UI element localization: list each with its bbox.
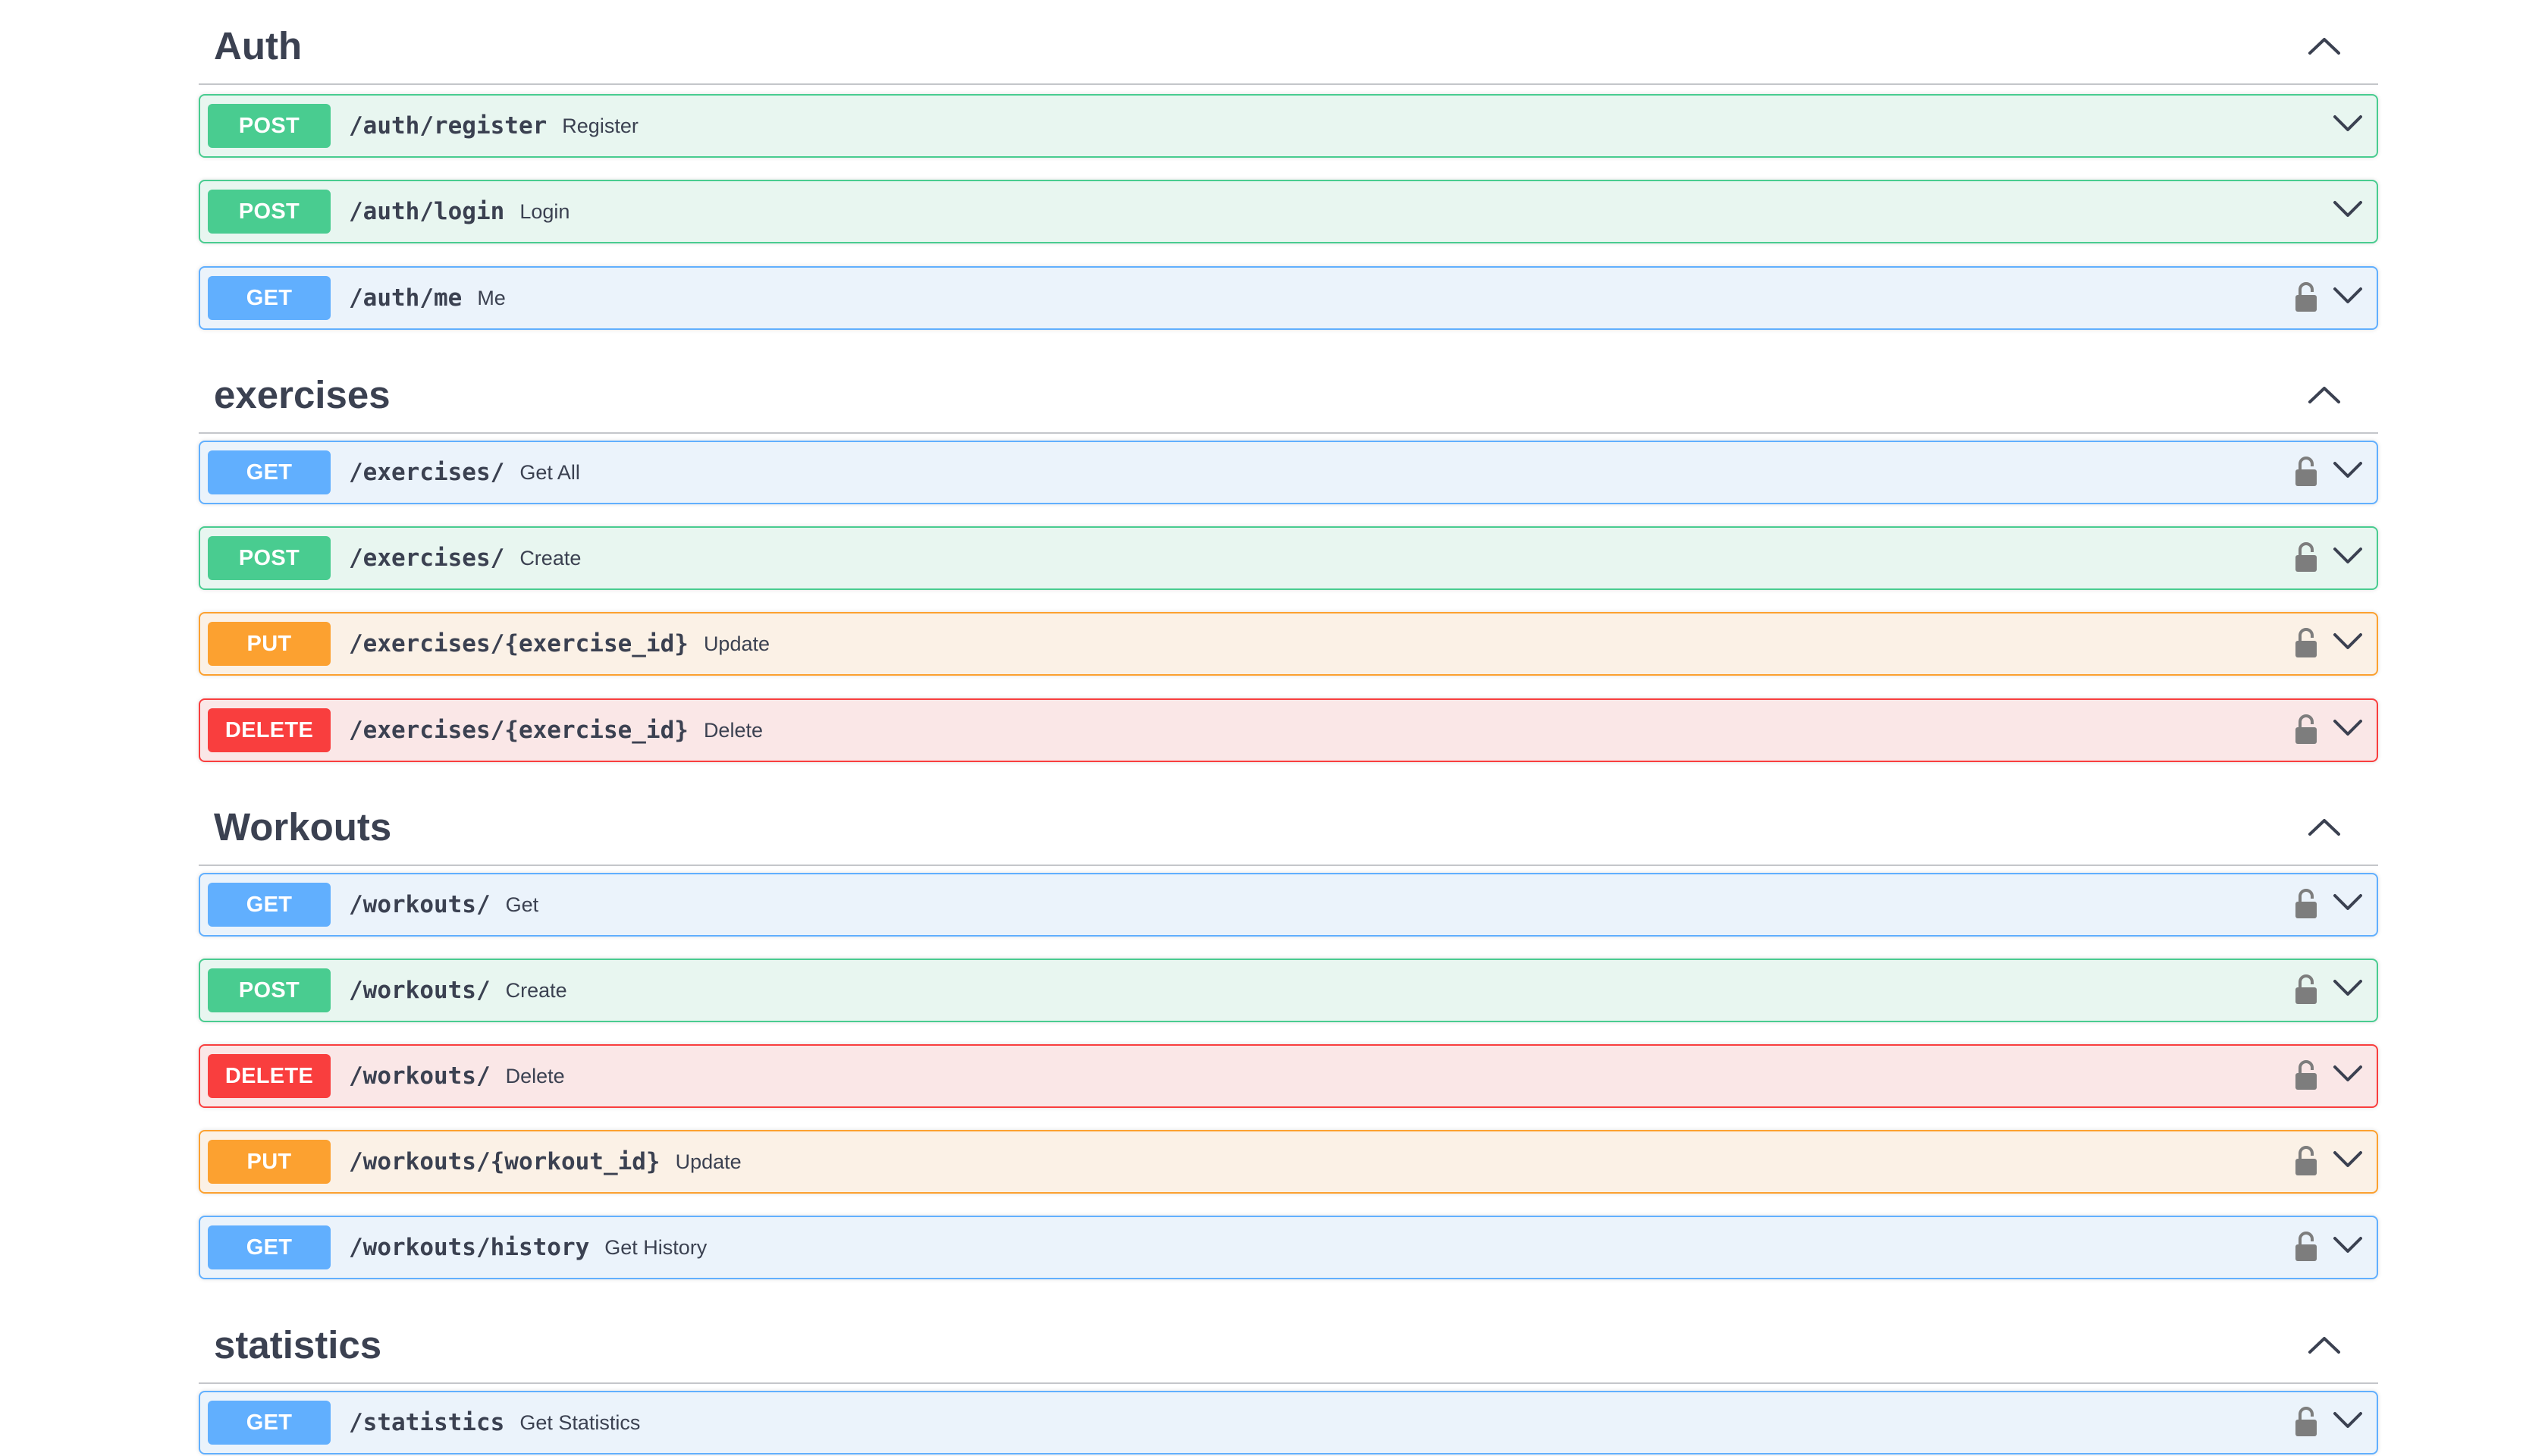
operation-summary: Create — [505, 978, 567, 1002]
lock-icon[interactable] — [2293, 627, 2319, 659]
chevron-up-icon[interactable] — [2307, 35, 2342, 56]
operation-path: /auth/login — [349, 198, 505, 225]
method-badge: POST — [208, 190, 331, 234]
operation-summary: Update — [675, 1150, 742, 1173]
section-title: exercises — [214, 373, 391, 416]
method-badge: POST — [208, 968, 331, 1012]
chevron-down-icon[interactable] — [2333, 1150, 2363, 1169]
section-header-exercises[interactable]: exercises — [199, 349, 2378, 434]
method-badge: PUT — [208, 1140, 331, 1184]
operation-row[interactable]: GET /auth/me Me — [199, 266, 2378, 330]
chevron-down-icon[interactable] — [2333, 718, 2363, 738]
lock-icon[interactable] — [2293, 888, 2319, 920]
chevron-down-icon[interactable] — [2333, 893, 2363, 912]
method-badge: POST — [208, 536, 331, 580]
operation-row[interactable]: POST /auth/login Login — [199, 180, 2378, 243]
method-badge: GET — [208, 276, 331, 320]
operation-summary: Get History — [604, 1235, 708, 1259]
lock-icon[interactable] — [2293, 541, 2319, 573]
section-header-auth[interactable]: Auth — [199, 0, 2378, 85]
chevron-down-icon[interactable] — [2333, 1064, 2363, 1084]
chevron-down-icon[interactable] — [2333, 632, 2363, 651]
operation-summary: Delete — [703, 718, 763, 742]
operation-summary: Login — [519, 199, 570, 223]
operation-row[interactable]: GET /statistics Get Statistics — [199, 1391, 2378, 1454]
chevron-down-icon[interactable] — [2333, 1410, 2363, 1430]
operation-path: /exercises/ — [349, 459, 505, 486]
operation-row[interactable]: GET /workouts/history Get History — [199, 1216, 2378, 1279]
operation-summary: Me — [477, 286, 506, 309]
operation-summary: Get All — [519, 460, 580, 484]
lock-icon[interactable] — [2293, 1059, 2319, 1091]
lock-icon[interactable] — [2293, 1231, 2319, 1263]
section-title: Auth — [214, 24, 303, 67]
chevron-down-icon[interactable] — [2333, 286, 2363, 306]
chevron-up-icon[interactable] — [2307, 1334, 2342, 1355]
section-title: Workouts — [214, 805, 392, 849]
chevron-down-icon[interactable] — [2333, 978, 2363, 998]
section-header-workouts[interactable]: Workouts — [199, 781, 2378, 866]
method-badge: DELETE — [208, 1054, 331, 1098]
api-docs-page: Auth POST /auth/register Register POST /a… — [0, 0, 2548, 1456]
operation-summary: Get — [505, 893, 539, 916]
lock-icon[interactable] — [2293, 1145, 2319, 1177]
operation-path: /statistics — [349, 1409, 505, 1436]
method-badge: DELETE — [208, 708, 331, 752]
operation-row[interactable]: DELETE /workouts/Delete — [199, 1044, 2378, 1108]
method-badge: POST — [208, 104, 331, 148]
operation-summary: Get Statistics — [519, 1410, 641, 1434]
lock-icon[interactable] — [2293, 714, 2319, 745]
operation-path: /exercises/{exercise_id} — [349, 630, 689, 657]
method-badge: PUT — [208, 622, 331, 666]
chevron-down-icon[interactable] — [2333, 199, 2363, 219]
section-header-statistics[interactable]: statistics — [199, 1299, 2378, 1384]
operation-path: /exercises/{exercise_id} — [349, 717, 689, 744]
lock-icon[interactable] — [2293, 456, 2319, 488]
chevron-down-icon[interactable] — [2333, 546, 2363, 566]
operation-row[interactable]: PUT /workouts/{workout_id} Update — [199, 1130, 2378, 1194]
operation-summary: Delete — [505, 1064, 565, 1087]
operation-summary: Update — [703, 632, 770, 655]
chevron-down-icon[interactable] — [2333, 114, 2363, 133]
operation-path: /workouts/{workout_id} — [349, 1148, 661, 1175]
operation-row[interactable]: GET /exercises/Get All — [199, 441, 2378, 504]
chevron-down-icon[interactable] — [2333, 1235, 2363, 1255]
lock-icon[interactable] — [2293, 1406, 2319, 1438]
operation-path: /workouts/ — [349, 1062, 491, 1090]
operation-row[interactable]: DELETE /exercises/{exercise_id} Delete — [199, 698, 2378, 762]
method-badge: GET — [208, 1401, 331, 1445]
operation-path: /auth/register — [349, 112, 548, 140]
section-title: statistics — [214, 1323, 382, 1367]
operation-row[interactable]: GET /workouts/Get — [199, 873, 2378, 937]
operation-summary: Create — [519, 546, 582, 570]
operation-row[interactable]: POST /workouts/Create — [199, 959, 2378, 1022]
method-badge: GET — [208, 450, 331, 494]
operation-path: /workouts/history — [349, 1234, 590, 1261]
operation-path: /workouts/ — [349, 891, 491, 918]
chevron-up-icon[interactable] — [2307, 384, 2342, 405]
operation-path: /exercises/ — [349, 544, 505, 572]
lock-icon[interactable] — [2293, 974, 2319, 1006]
operation-path: /workouts/ — [349, 977, 491, 1004]
method-badge: GET — [208, 883, 331, 927]
lock-icon[interactable] — [2293, 281, 2319, 313]
method-badge: GET — [208, 1225, 331, 1269]
chevron-down-icon[interactable] — [2333, 460, 2363, 480]
chevron-up-icon[interactable] — [2307, 816, 2342, 837]
operation-row[interactable]: PUT /exercises/{exercise_id} Update — [199, 612, 2378, 676]
operation-row[interactable]: POST /auth/register Register — [199, 94, 2378, 158]
operation-row[interactable]: POST /exercises/Create — [199, 526, 2378, 590]
operation-summary: Register — [562, 114, 639, 137]
operation-path: /auth/me — [349, 284, 463, 312]
